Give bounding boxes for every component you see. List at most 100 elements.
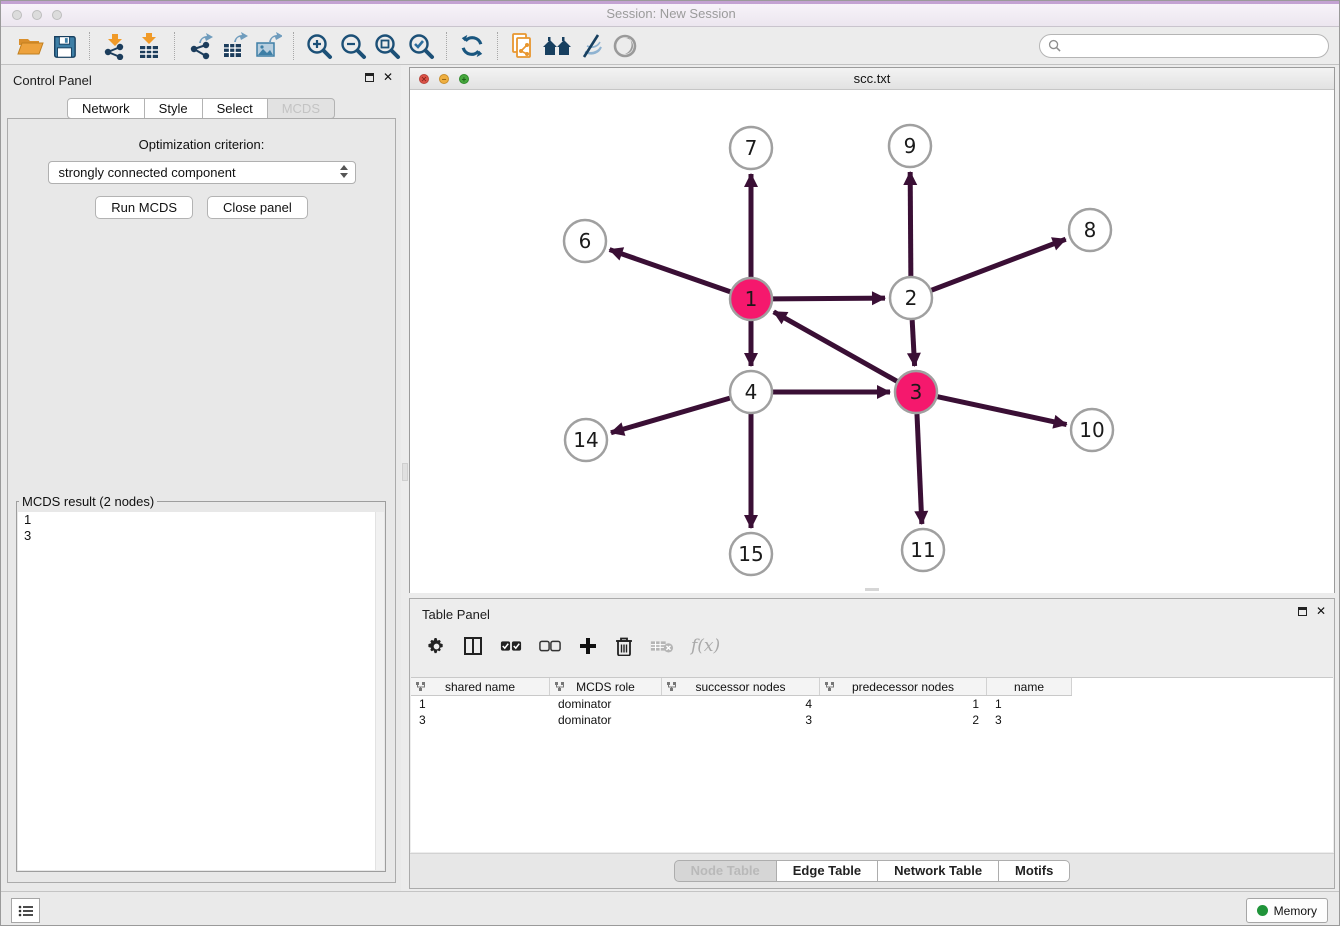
- delete-table-button[interactable]: [650, 638, 674, 654]
- window-resize-handle[interactable]: [865, 588, 879, 591]
- graph-edge[interactable]: [910, 172, 911, 276]
- clone-network-button[interactable]: [506, 30, 540, 62]
- hide-selected-icon: [577, 32, 605, 60]
- result-line: 1: [18, 512, 384, 528]
- hierarchy-icon: [667, 682, 677, 691]
- control-panel-title: Control Panel: [13, 73, 92, 88]
- export-network-button[interactable]: [183, 30, 217, 62]
- node-table[interactable]: shared name MCDS role successor nodes pr…: [411, 677, 1333, 852]
- zoom-fit-button[interactable]: [370, 30, 404, 62]
- graph-edge[interactable]: [774, 312, 897, 381]
- network-window-titlebar[interactable]: ✕ − + scc.txt: [410, 68, 1334, 90]
- column-header-name[interactable]: name: [987, 678, 1072, 695]
- column-header-successor-nodes[interactable]: successor nodes: [662, 678, 820, 695]
- tab-network-table[interactable]: Network Table: [878, 860, 999, 882]
- memory-button[interactable]: Memory: [1246, 898, 1328, 923]
- float-panel-icon[interactable]: [1298, 607, 1307, 616]
- status-bar: Memory: [1, 891, 1340, 926]
- refresh-button[interactable]: [455, 30, 489, 62]
- graph-edge[interactable]: [912, 320, 914, 366]
- tab-style[interactable]: Style: [145, 98, 203, 119]
- criterion-dropdown[interactable]: strongly connected component: [48, 161, 356, 184]
- open-folder-icon: [16, 32, 44, 60]
- gear-icon: [427, 637, 446, 656]
- network-view-window: ✕ − + scc.txt 7968124314101511: [409, 67, 1335, 593]
- tab-motifs[interactable]: Motifs: [999, 860, 1070, 882]
- table-tabstrip: Node Table Edge Table Network Table Moti…: [410, 853, 1334, 888]
- network-window-title: scc.txt: [410, 71, 1334, 86]
- result-scrollbar[interactable]: [375, 512, 384, 870]
- settings-button[interactable]: [427, 637, 446, 656]
- cell-name[interactable]: 3: [987, 712, 1072, 728]
- table-row[interactable]: 3 dominator 3 2 3: [411, 712, 1072, 728]
- export-table-icon: [220, 32, 248, 60]
- zoom-selected-icon: [407, 32, 435, 60]
- export-image-button[interactable]: [251, 30, 285, 62]
- export-table-button[interactable]: [217, 30, 251, 62]
- graph-node-label: 10: [1079, 418, 1104, 442]
- run-mcds-button[interactable]: Run MCDS: [95, 196, 193, 219]
- network-canvas[interactable]: 7968124314101511: [410, 90, 1334, 593]
- close-panel-button[interactable]: Close panel: [207, 196, 308, 219]
- save-session-button[interactable]: [47, 30, 81, 62]
- search-input[interactable]: [1066, 39, 1320, 53]
- window-title: Session: New Session: [1, 6, 1340, 21]
- deselect-all-rows-button[interactable]: [539, 640, 561, 652]
- cell-successor-nodes[interactable]: 3: [662, 712, 820, 728]
- graph-edge[interactable]: [938, 397, 1067, 425]
- graph-edge[interactable]: [932, 239, 1066, 290]
- float-panel-icon[interactable]: [365, 73, 374, 82]
- cell-predecessor-nodes[interactable]: 1: [820, 696, 987, 712]
- first-neighbors-button[interactable]: [540, 30, 574, 62]
- mcds-result-textarea[interactable]: 1 3: [18, 512, 384, 870]
- cell-name[interactable]: 1: [987, 696, 1072, 712]
- zoom-out-button[interactable]: [336, 30, 370, 62]
- import-table-button[interactable]: [132, 30, 166, 62]
- cell-predecessor-nodes[interactable]: 2: [820, 712, 987, 728]
- column-header-shared-name[interactable]: shared name: [411, 678, 550, 695]
- close-panel-icon[interactable]: ✕: [1316, 606, 1326, 617]
- show-hidden-button[interactable]: [608, 30, 642, 62]
- search-field[interactable]: [1039, 34, 1329, 58]
- import-network-button[interactable]: [98, 30, 132, 62]
- tab-mcds[interactable]: MCDS: [268, 98, 335, 119]
- table-row[interactable]: 1 dominator 4 1 1: [411, 696, 1072, 712]
- cell-successor-nodes[interactable]: 4: [662, 696, 820, 712]
- show-columns-button[interactable]: [463, 636, 483, 656]
- graph-edge[interactable]: [610, 250, 731, 292]
- function-builder-button[interactable]: f(x): [691, 636, 720, 656]
- delete-column-button[interactable]: [615, 636, 633, 656]
- cell-mcds-role[interactable]: dominator: [550, 696, 662, 712]
- cell-mcds-role[interactable]: dominator: [550, 712, 662, 728]
- tab-select[interactable]: Select: [203, 98, 268, 119]
- cell-shared-name[interactable]: 1: [411, 696, 550, 712]
- mcds-result-title: MCDS result (2 nodes): [19, 494, 157, 509]
- graph-node-label: 6: [579, 229, 592, 253]
- delete-table-icon: [650, 638, 674, 654]
- zoom-in-button[interactable]: [302, 30, 336, 62]
- splitter-grip[interactable]: [402, 463, 408, 481]
- column-header-mcds-role[interactable]: MCDS role: [550, 678, 662, 695]
- zoom-selected-button[interactable]: [404, 30, 438, 62]
- tab-edge-table[interactable]: Edge Table: [777, 860, 878, 882]
- plus-icon: [578, 636, 598, 656]
- graph-edge[interactable]: [917, 414, 922, 524]
- graph-node-label: 1: [745, 287, 758, 311]
- graph-edge[interactable]: [611, 398, 730, 433]
- tab-node-table[interactable]: Node Table: [674, 860, 777, 882]
- graph-node-label: 8: [1084, 218, 1097, 242]
- hide-selected-button[interactable]: [574, 30, 608, 62]
- graph-edge[interactable]: [773, 298, 885, 299]
- panel-splitter[interactable]: [401, 65, 409, 891]
- close-panel-icon[interactable]: ✕: [383, 72, 393, 83]
- select-all-rows-button[interactable]: [500, 640, 522, 652]
- graph-node-label: 14: [573, 428, 598, 452]
- add-column-button[interactable]: [578, 636, 598, 656]
- open-session-button[interactable]: [13, 30, 47, 62]
- show-task-history-button[interactable]: [11, 898, 40, 923]
- zoom-out-icon: [339, 32, 367, 60]
- column-header-predecessor-nodes[interactable]: predecessor nodes: [820, 678, 987, 695]
- tab-network[interactable]: Network: [67, 98, 145, 119]
- show-hidden-icon: [611, 32, 639, 60]
- cell-shared-name[interactable]: 3: [411, 712, 550, 728]
